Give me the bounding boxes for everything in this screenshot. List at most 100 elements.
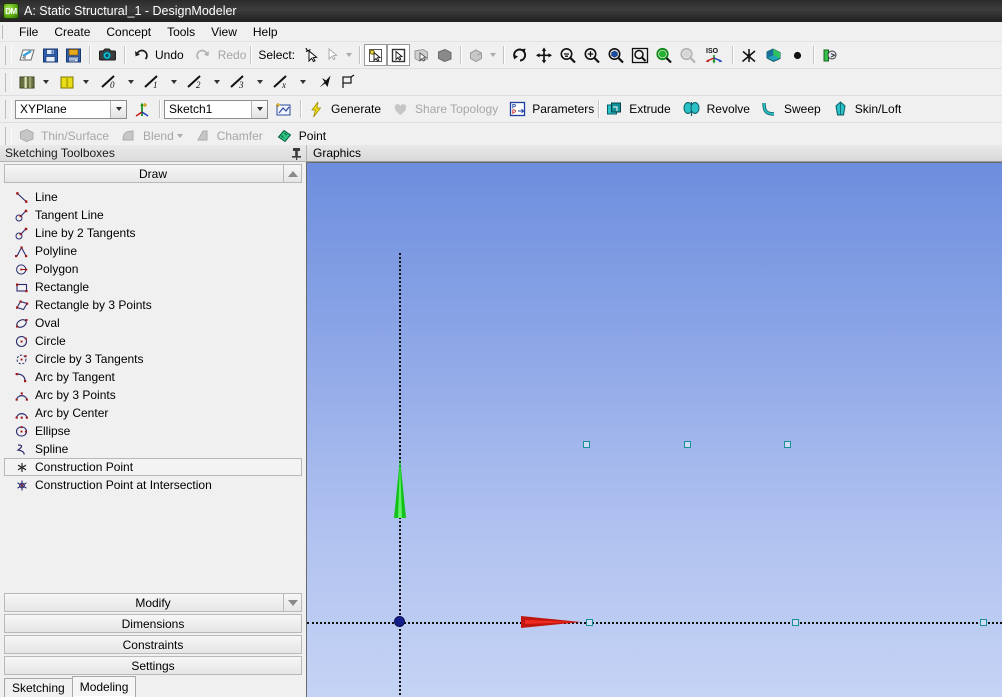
revolve-icon[interactable] xyxy=(679,98,704,120)
undo-label[interactable]: Undo xyxy=(155,48,184,62)
toolbar-grip[interactable] xyxy=(5,99,12,119)
toggle-plane-b-icon[interactable] xyxy=(55,71,80,93)
cursor-single-select-icon[interactable] xyxy=(300,44,323,66)
section-header-modify[interactable]: Modify xyxy=(4,593,302,612)
section-header-draw[interactable]: Draw xyxy=(4,164,302,183)
select-edge-icon[interactable] xyxy=(387,44,411,66)
tool-item-construction-point[interactable]: Construction Point xyxy=(4,458,302,476)
skin-loft-label[interactable]: Skin/Loft xyxy=(855,102,902,116)
sketch-origin-point[interactable] xyxy=(394,616,405,627)
menu-item-create[interactable]: Create xyxy=(46,23,98,41)
skin-loft-icon[interactable] xyxy=(829,98,852,120)
tool-item-tangent-line[interactable]: Tangent Line xyxy=(4,206,302,224)
tool-item-circle[interactable]: Circle xyxy=(4,332,302,350)
save-as-icon[interactable] xyxy=(62,44,85,66)
new-sketch-icon[interactable] xyxy=(271,98,296,120)
chevron-down-icon[interactable] xyxy=(257,80,263,84)
tool-item-rectangle-by-3-points[interactable]: Rectangle by 3 Points xyxy=(4,296,302,314)
revolve-label[interactable]: Revolve xyxy=(707,102,750,116)
extrude-label[interactable]: Extrude xyxy=(629,102,670,116)
tool-item-arc-by-3-points[interactable]: Arc by 3 Points xyxy=(4,386,302,404)
chevron-down-icon[interactable] xyxy=(110,100,126,118)
previous-view-icon[interactable] xyxy=(652,44,676,66)
menu-item-view[interactable]: View xyxy=(203,23,245,41)
menu-item-file[interactable]: File xyxy=(11,23,46,41)
parameters-icon[interactable]: P P xyxy=(506,98,529,120)
toolbar-grip[interactable] xyxy=(5,72,12,92)
camera-icon[interactable] xyxy=(94,44,120,66)
tool-item-construction-point-at-intersection[interactable]: Construction Point at Intersection xyxy=(4,476,302,494)
plane-2-icon[interactable]: 2 xyxy=(183,71,211,93)
save-icon[interactable] xyxy=(39,44,62,66)
rotate-icon[interactable] xyxy=(508,44,532,66)
tool-item-rectangle[interactable]: Rectangle xyxy=(4,278,302,296)
graphics-viewport[interactable] xyxy=(306,162,1002,697)
construction-point-marker[interactable] xyxy=(586,619,593,626)
tool-item-line-by-2-tangents[interactable]: Line by 2 Tangents xyxy=(4,224,302,242)
menu-item-help[interactable]: Help xyxy=(245,23,286,41)
tool-item-polygon[interactable]: Polygon xyxy=(4,260,302,278)
chevron-down-icon[interactable] xyxy=(283,593,302,612)
pin-icon[interactable] xyxy=(291,147,302,160)
lightning-bolt-icon[interactable] xyxy=(305,98,328,120)
magnifier-icon[interactable] xyxy=(628,44,652,66)
construction-point-marker[interactable] xyxy=(784,441,791,448)
tool-item-ellipse[interactable]: Ellipse xyxy=(4,422,302,440)
tool-item-line[interactable]: Line xyxy=(4,188,302,206)
plane-0-icon[interactable]: 0 xyxy=(97,71,125,93)
look-at-face-icon[interactable] xyxy=(737,44,761,66)
chevron-down-icon[interactable] xyxy=(128,80,134,84)
point-label[interactable]: Point xyxy=(299,129,326,143)
chevron-down-icon[interactable] xyxy=(214,80,220,84)
tab-sketching[interactable]: Sketching xyxy=(4,678,73,697)
tool-item-oval[interactable]: Oval xyxy=(4,314,302,332)
toolbar-grip[interactable] xyxy=(5,126,12,146)
tool-item-circle-by-3-tangents[interactable]: Circle by 3 Tangents xyxy=(4,350,302,368)
construction-point-marker[interactable] xyxy=(684,441,691,448)
new-plane-axes-icon[interactable] xyxy=(130,98,155,120)
display-plane-icon[interactable] xyxy=(761,44,786,66)
flag-icon[interactable] xyxy=(337,71,360,93)
parameters-label[interactable]: Parameters xyxy=(532,102,594,116)
box-zoom-icon[interactable] xyxy=(580,44,604,66)
menu-item-tools[interactable]: Tools xyxy=(159,23,203,41)
chevron-down-icon[interactable] xyxy=(83,80,89,84)
zoom-to-fit-icon[interactable] xyxy=(604,44,628,66)
section-header-settings[interactable]: Settings xyxy=(4,656,302,675)
tool-item-polyline[interactable]: Polyline xyxy=(4,242,302,260)
plane-3-icon[interactable]: 3 xyxy=(226,71,254,93)
tool-item-arc-by-center[interactable]: Arc by Center xyxy=(4,404,302,422)
zoom-icon[interactable] xyxy=(556,44,580,66)
new-file-icon[interactable] xyxy=(15,44,39,66)
sketch-select[interactable]: Sketch1 xyxy=(164,99,268,119)
sweep-label[interactable]: Sweep xyxy=(784,102,821,116)
pan-icon[interactable] xyxy=(532,44,556,66)
chevron-down-icon[interactable] xyxy=(251,100,267,118)
display-edge-direction-icon[interactable] xyxy=(818,44,846,66)
sweep-icon[interactable] xyxy=(758,98,781,120)
tab-modeling[interactable]: Modeling xyxy=(71,676,137,697)
construction-point-marker[interactable] xyxy=(980,619,987,626)
undo-button[interactable] xyxy=(129,44,152,66)
active-plane-icon[interactable] xyxy=(314,71,337,93)
tool-item-spline[interactable]: Spline xyxy=(4,440,302,458)
select-vertex-icon[interactable] xyxy=(364,44,388,66)
section-header-constraints[interactable]: Constraints xyxy=(4,635,302,654)
menu-item-concept[interactable]: Concept xyxy=(98,23,159,41)
construction-point-marker[interactable] xyxy=(583,441,590,448)
extrude-icon[interactable] xyxy=(603,98,626,120)
chevron-down-icon[interactable] xyxy=(171,80,177,84)
toggle-plane-a-icon[interactable] xyxy=(15,71,40,93)
plane-1-icon[interactable]: 1 xyxy=(140,71,168,93)
generate-label[interactable]: Generate xyxy=(331,102,381,116)
plane-x-icon[interactable]: x xyxy=(269,71,297,93)
chevron-down-icon[interactable] xyxy=(43,80,49,84)
iso-view-icon[interactable]: ISO xyxy=(700,44,728,66)
chevron-up-icon[interactable] xyxy=(283,164,302,183)
point-icon[interactable] xyxy=(273,125,296,147)
plane-select[interactable]: XYPlane xyxy=(15,99,127,119)
display-point-icon[interactable] xyxy=(786,44,809,66)
section-header-dimensions[interactable]: Dimensions xyxy=(4,614,302,633)
construction-point-marker[interactable] xyxy=(792,619,799,626)
chevron-down-icon[interactable] xyxy=(300,80,306,84)
